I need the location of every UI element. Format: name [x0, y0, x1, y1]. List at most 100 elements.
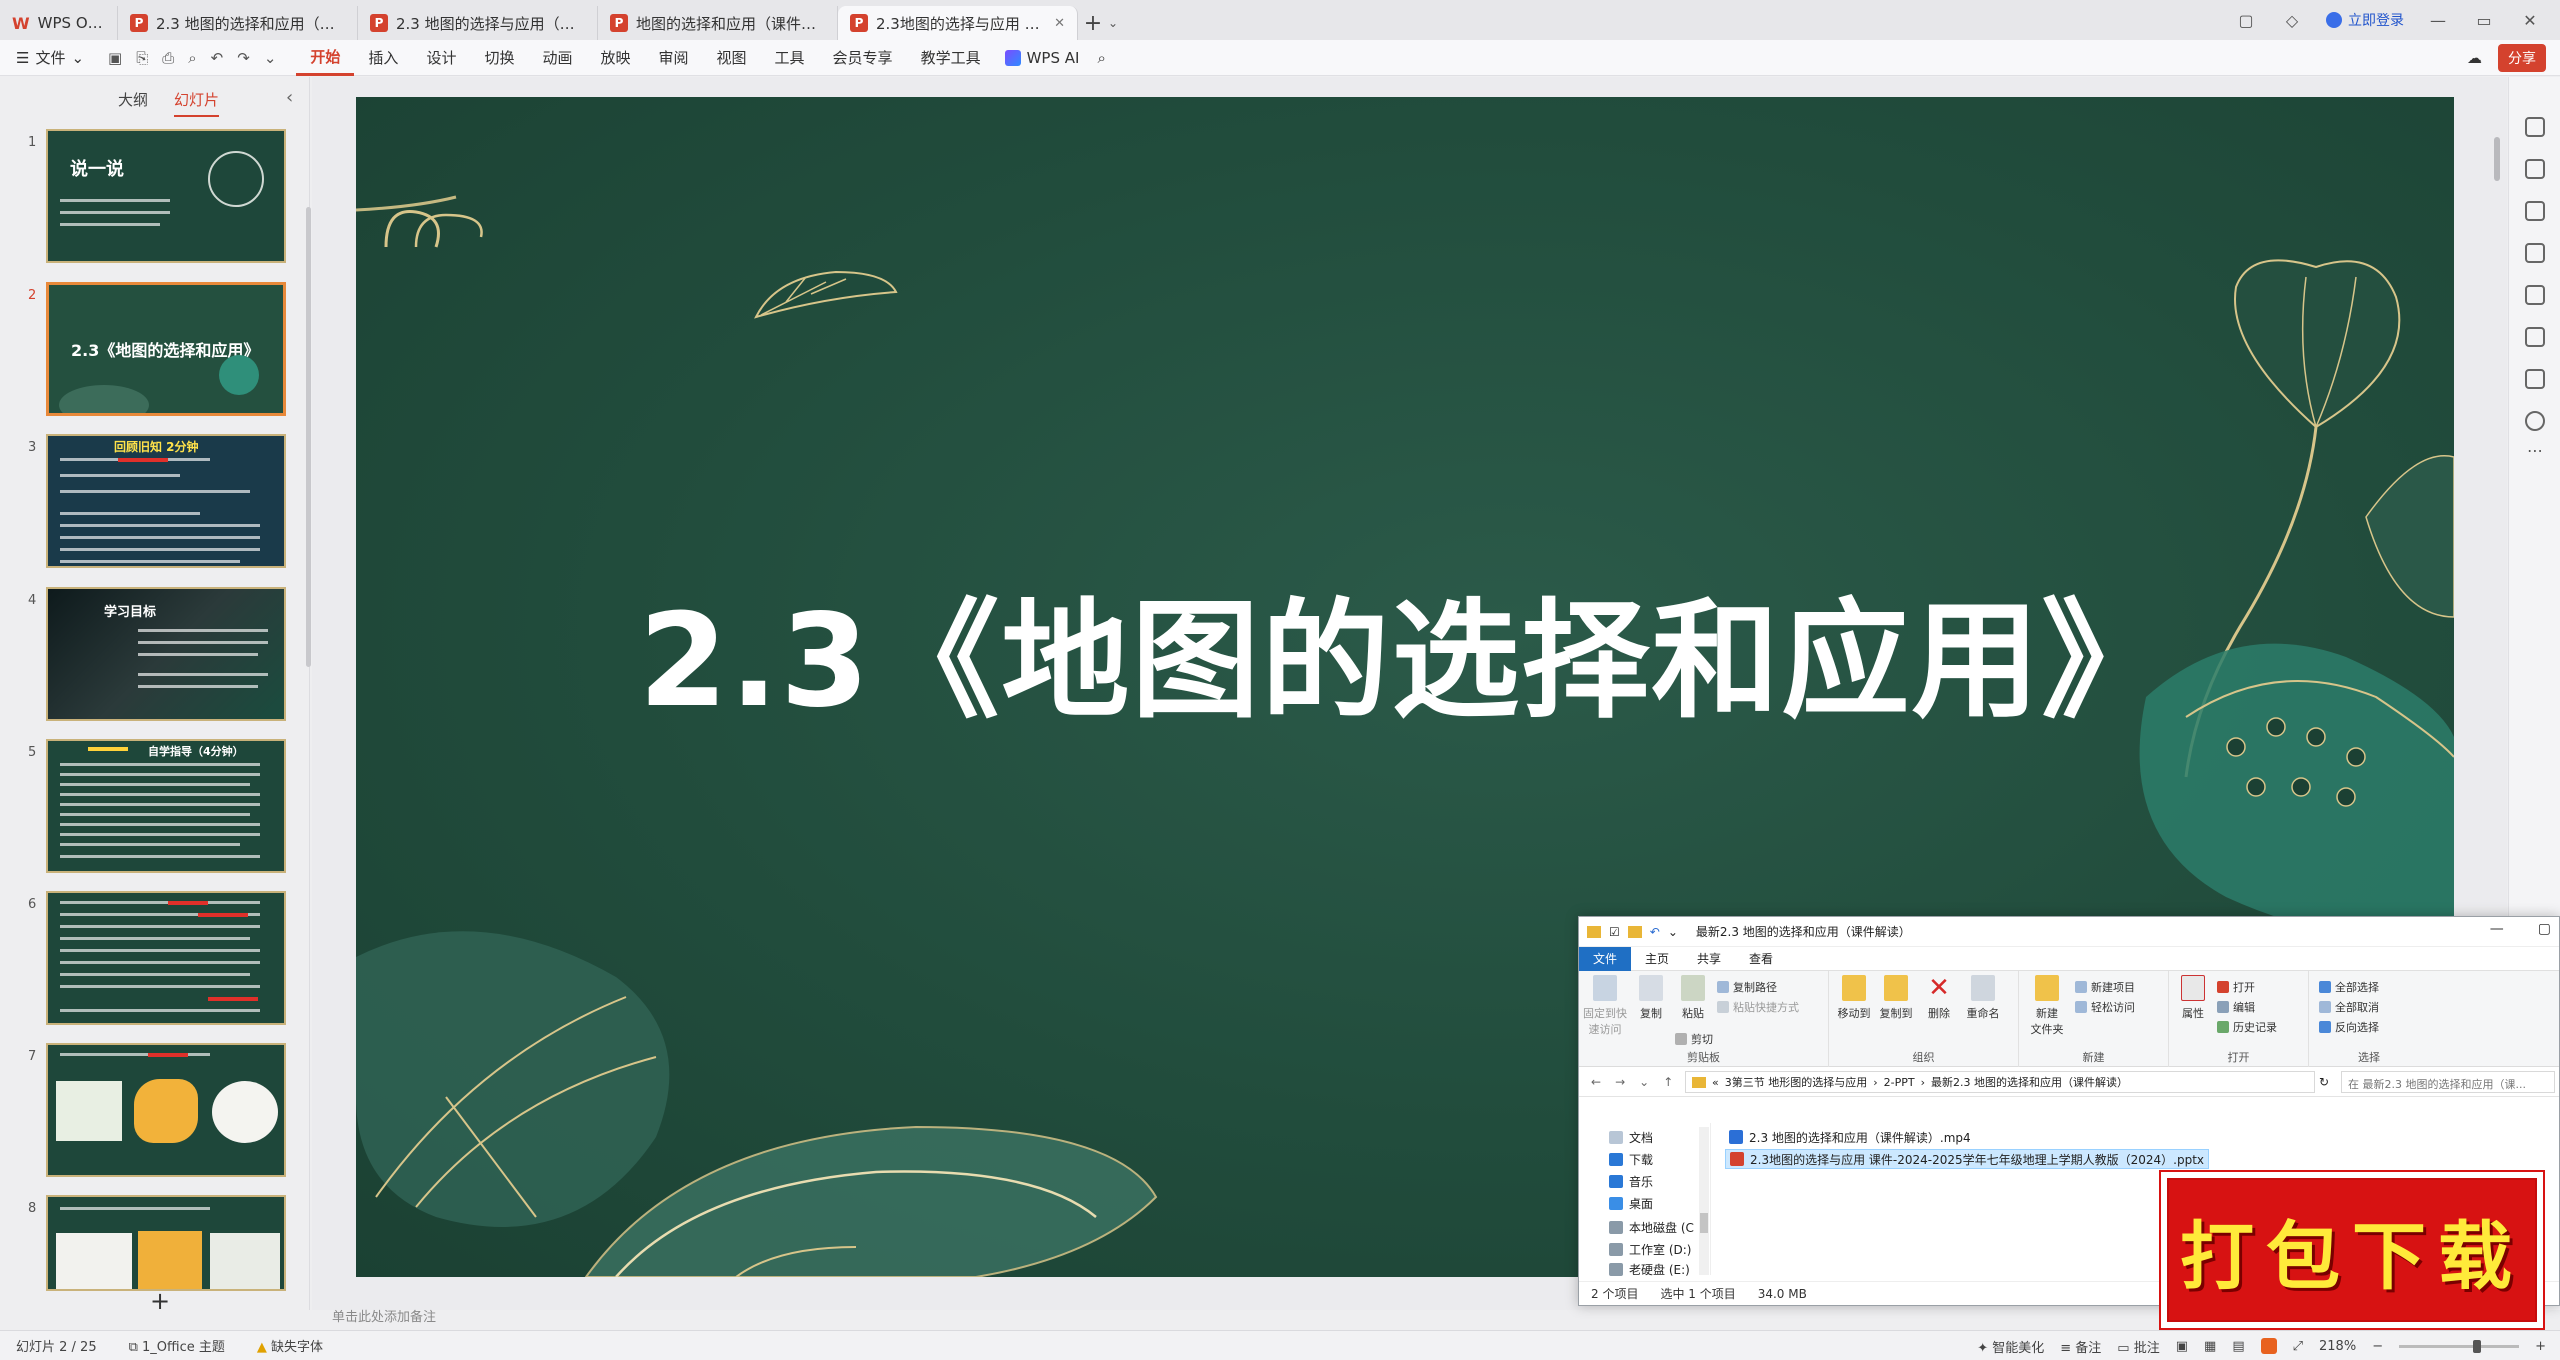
slide-thumbnail-6[interactable]: 6 [0, 891, 310, 1027]
tab-slideshow[interactable]: 放映 [586, 40, 644, 76]
breadcrumb-segment[interactable]: 2-PPT [1884, 1076, 1915, 1089]
history-button[interactable]: 历史记录 [2217, 1019, 2277, 1035]
zoom-slider-handle[interactable] [2473, 1339, 2482, 1353]
nav-drive-e[interactable]: 老硬盘 (E:) [1609, 1261, 1690, 1278]
refresh-icon[interactable]: ↻ [2319, 1075, 2329, 1089]
undo-icon[interactable]: ↶ [211, 49, 224, 67]
tab-list-chevron-icon[interactable]: ⌄ [1108, 6, 1128, 40]
undo-icon[interactable]: ↶ [1650, 925, 1660, 939]
pin-icon[interactable] [2525, 369, 2545, 389]
nav-documents[interactable]: 文档 [1609, 1129, 1653, 1146]
path-breadcrumb[interactable]: « 3第三节 地形图的选择与应用 › 2-PPT › 最新2.3 地图的选择和应… [1685, 1071, 2315, 1093]
zoom-slider[interactable] [2399, 1339, 2520, 1353]
cut-button[interactable]: 剪切 [1675, 1031, 1713, 1047]
minimize-icon[interactable]: — [2426, 11, 2450, 30]
thumbnail-scrollbar[interactable] [306, 207, 311, 667]
print-icon[interactable]: ⎙ [162, 49, 174, 67]
book-icon[interactable] [2525, 327, 2545, 347]
image-icon[interactable] [2525, 243, 2545, 263]
tab-review[interactable]: 审阅 [645, 40, 703, 76]
breadcrumb-segment[interactable]: 3第三节 地形图的选择与应用 [1725, 1074, 1868, 1090]
rename-button[interactable]: 重命名 [1961, 975, 2005, 1021]
new-item-button[interactable]: 新建项目 [2075, 979, 2135, 995]
maximize-icon[interactable]: ▭ [2472, 11, 2496, 30]
forward-icon[interactable]: → [1615, 1075, 1625, 1089]
print-preview-icon[interactable]: ⌕ [188, 49, 196, 67]
comments-toggle[interactable]: ▭ 批注 [2117, 1337, 2159, 1356]
download-package-badge[interactable]: 打包下载 [2159, 1170, 2545, 1330]
normal-view-icon[interactable]: ▣ [2176, 1339, 2188, 1354]
reading-view-icon[interactable]: ▤ [2232, 1339, 2244, 1354]
edit-button[interactable]: 编辑 [2217, 999, 2255, 1015]
slide-thumbnail-5[interactable]: 5 自学指导（4分钟） [0, 739, 310, 875]
tab-animations[interactable]: 动画 [528, 40, 586, 76]
sorter-view-icon[interactable]: ▦ [2204, 1339, 2216, 1354]
tab-document-1[interactable]: P 2.3 地图的选择和应用（教学课件）- [118, 6, 358, 40]
up-icon[interactable]: ↑ [1663, 1075, 1673, 1089]
tab-insert[interactable]: 插入 [354, 40, 412, 76]
login-button[interactable]: 立即登录 [2326, 10, 2404, 30]
slide-thumbnail-4[interactable]: 4 学习目标 [0, 587, 310, 723]
smart-beautify-button[interactable]: ✦ 智能美化 [1977, 1337, 2044, 1356]
slide-thumbnail-7[interactable]: 7 [0, 1043, 310, 1179]
zoom-in-icon[interactable]: + [2535, 1339, 2546, 1354]
more-icon[interactable]: ⋯ [2527, 441, 2543, 460]
invert-selection-button[interactable]: 反向选择 [2319, 1019, 2379, 1035]
fit-window-icon[interactable]: ⤢ [2293, 1339, 2303, 1354]
tab-outline[interactable]: 大纲 [118, 89, 148, 117]
save-icon[interactable]: ▣ [108, 49, 122, 67]
tab-home[interactable]: 主页 [1631, 947, 1683, 971]
move-to-button[interactable]: 移动到 [1835, 975, 1873, 1021]
editor-scrollbar[interactable] [2494, 137, 2500, 181]
tab-file[interactable]: 文件 [1579, 946, 1632, 971]
paste-shortcut-button[interactable]: 粘贴快捷方式 [1717, 999, 1799, 1015]
redo-icon[interactable]: ↷ [237, 49, 250, 67]
adjust-icon[interactable] [2525, 117, 2545, 137]
select-all-button[interactable]: 全部选择 [2319, 979, 2379, 995]
nav-drive-c[interactable]: 本地磁盘 (C [1609, 1219, 1694, 1236]
tab-document-3[interactable]: P 地图的选择和应用（课件）-2024-20 [598, 6, 838, 40]
share-button[interactable]: 分享 [2498, 44, 2546, 72]
magic-wand-icon[interactable] [2525, 285, 2545, 305]
tab-transitions[interactable]: 切换 [470, 40, 528, 76]
scrollbar-thumb[interactable] [1700, 1213, 1708, 1233]
maximize-icon[interactable]: ▢ [2538, 921, 2551, 937]
close-tab-icon[interactable]: ✕ [1054, 16, 1065, 31]
new-tab-icon[interactable]: + [1078, 6, 1108, 40]
tab-design[interactable]: 设计 [412, 40, 470, 76]
slide-title-text[interactable]: 2.3《地图的选择和应用》 [356, 557, 2454, 742]
new-folder-small-icon[interactable] [1627, 925, 1642, 938]
pin-quick-access-button[interactable]: 固定到快 速访问 [1583, 975, 1627, 1037]
nav-desktop[interactable]: 桌面 [1609, 1195, 1653, 1212]
copy-icon[interactable] [2525, 201, 2545, 221]
window-layout-icon[interactable]: ▢ [2234, 11, 2258, 30]
tab-teaching-tools[interactable]: 教学工具 [907, 40, 995, 76]
properties-small-icon[interactable]: ☑ [1609, 925, 1620, 939]
zoom-level[interactable]: 218% [2319, 1339, 2356, 1354]
zoom-out-icon[interactable]: − [2372, 1339, 2383, 1354]
copy-to-button[interactable]: 复制到 [1877, 975, 1915, 1021]
close-window-icon[interactable]: ✕ [2518, 11, 2542, 30]
file-item-mp4[interactable]: 2.3 地图的选择和应用（课件解读）.mp4 [1725, 1127, 1975, 1147]
recent-chevron-icon[interactable]: ⌄ [1639, 1075, 1649, 1089]
select-none-button[interactable]: 全部取消 [2319, 999, 2379, 1015]
nav-downloads[interactable]: 下载 [1609, 1151, 1653, 1168]
file-item-pptx-selected[interactable]: 2.3地图的选择与应用 课件-2024-2025学年七年级地理上学期人教版（20… [1725, 1149, 2210, 1169]
tab-share[interactable]: 共享 [1683, 947, 1735, 971]
cloud-sync-icon[interactable]: ☁ [2467, 49, 2482, 67]
properties-button[interactable]: 属性 [2175, 975, 2211, 1021]
slide-thumbnail-3[interactable]: 3 回顾旧知 2分钟 [0, 434, 310, 570]
easy-access-button[interactable]: 轻松访问 [2075, 999, 2135, 1015]
slide-thumbnail-1[interactable]: 1 说一说 [0, 129, 310, 265]
cube-icon[interactable]: ◇ [2280, 11, 2304, 30]
minimize-icon[interactable]: — [2490, 921, 2504, 937]
tab-view[interactable]: 查看 [1735, 947, 1787, 971]
search-input[interactable]: 在 最新2.3 地图的选择和应用（课... [2341, 1071, 2555, 1093]
copy-path-button[interactable]: 复制路径 [1717, 979, 1777, 995]
tab-view[interactable]: 视图 [703, 40, 761, 76]
star-icon[interactable] [2525, 159, 2545, 179]
tab-document-2[interactable]: P 2.3 地图的选择与应用（运用地图—— [358, 6, 598, 40]
nav-music[interactable]: 音乐 [1609, 1173, 1653, 1190]
wps-ai-button[interactable]: WPS AI [995, 49, 1090, 67]
delete-button[interactable]: ✕ 删除 [1921, 975, 1957, 1021]
